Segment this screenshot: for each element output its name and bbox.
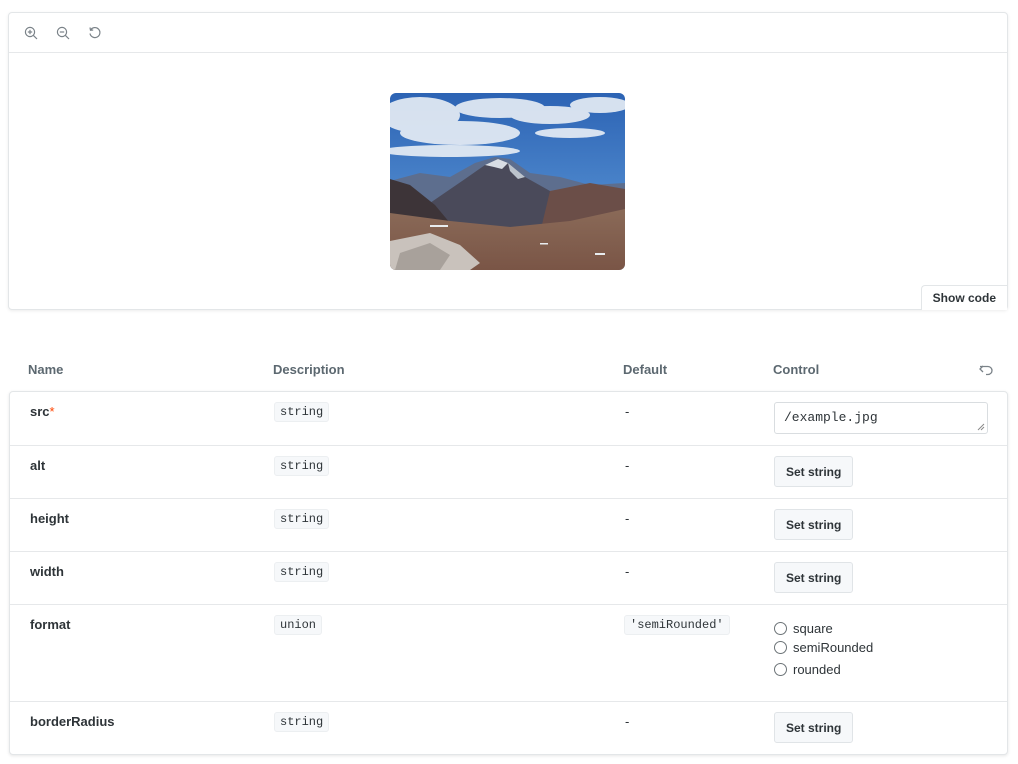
arg-name: alt <box>30 458 46 473</box>
zoom-out-icon[interactable] <box>53 23 73 43</box>
arg-name: src* <box>30 404 55 419</box>
arg-default: - <box>625 458 630 473</box>
table-row: width string - Set string <box>10 551 1007 604</box>
preview-panel: Show code <box>8 12 1008 310</box>
arg-name-text: src <box>30 404 50 419</box>
arg-default: 'semiRounded' <box>624 615 730 635</box>
radio-label: square <box>793 620 833 636</box>
radio-circle-icon[interactable] <box>774 621 787 635</box>
args-table: src* string - /example.jpg alt string - … <box>9 391 1008 755</box>
resize-handle-icon[interactable] <box>977 423 985 431</box>
mountain-photo <box>390 93 625 270</box>
arg-name: height <box>30 511 69 526</box>
undo-icon[interactable] <box>978 362 994 378</box>
arg-type: string <box>274 509 330 529</box>
arg-default: - <box>625 511 630 526</box>
table-row: borderRadius string - Set string <box>10 701 1007 754</box>
set-string-button[interactable]: Set string <box>774 562 854 593</box>
table-row: alt string - Set string <box>10 445 1007 498</box>
preview-toolbar <box>9 13 1007 53</box>
table-row: format union 'semiRounded' square semiRo… <box>10 604 1007 701</box>
table-row: height string - Set string <box>10 498 1007 551</box>
arg-type: string <box>274 562 330 582</box>
radio-rounded[interactable]: rounded <box>774 655 873 683</box>
header-control: Control <box>773 362 820 377</box>
set-string-button[interactable]: Set string <box>774 456 854 487</box>
set-string-button[interactable]: Set string <box>774 509 854 540</box>
args-table-header: Name Description Default Control <box>8 352 1008 390</box>
src-text-input[interactable]: /example.jpg <box>774 402 988 434</box>
required-marker: * <box>49 404 55 419</box>
zoom-in-icon[interactable] <box>21 23 41 43</box>
format-radio-group: square semiRounded rounded <box>774 617 873 683</box>
arg-type: union <box>274 615 323 635</box>
arg-default: - <box>625 404 630 419</box>
radio-circle-icon[interactable] <box>774 640 787 654</box>
table-row: src* string - /example.jpg <box>10 392 1007 445</box>
radio-label: semiRounded <box>793 639 874 655</box>
arg-type: string <box>274 712 330 732</box>
arg-name: width <box>30 564 64 579</box>
arg-name: format <box>30 617 71 632</box>
reset-zoom-icon[interactable] <box>85 23 105 43</box>
arg-default: - <box>625 714 630 729</box>
radio-circle-icon[interactable] <box>774 662 787 676</box>
preview-stage: Show code <box>9 53 1007 310</box>
set-string-button[interactable]: Set string <box>774 712 854 743</box>
show-code-button[interactable]: Show code <box>920 285 1007 310</box>
header-default: Default <box>623 362 668 377</box>
arg-name: borderRadius <box>30 714 115 729</box>
header-description: Description <box>273 362 345 377</box>
arg-default: - <box>625 564 630 579</box>
radio-label: rounded <box>793 661 841 677</box>
arg-type: string <box>274 402 330 422</box>
src-input-value: /example.jpg <box>784 410 878 425</box>
show-code-label: Show code <box>932 291 996 305</box>
header-name: Name <box>28 362 64 377</box>
arg-type: string <box>274 456 330 476</box>
